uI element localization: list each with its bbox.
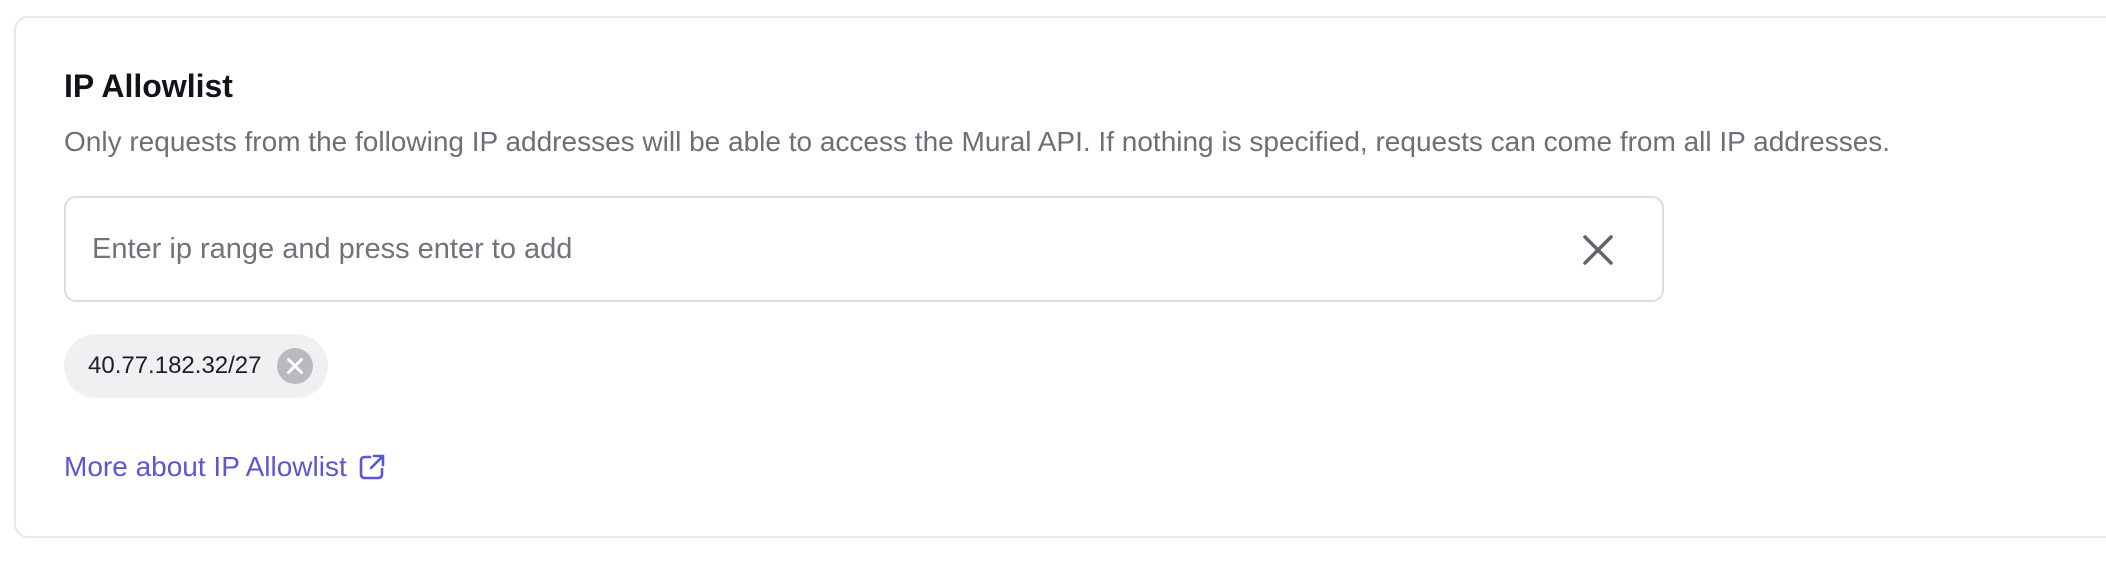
more-about-ip-allowlist-link[interactable]: More about IP Allowlist	[64, 448, 387, 486]
ip-range-input[interactable]	[92, 222, 1532, 276]
remove-circle-icon[interactable]	[276, 347, 314, 385]
ip-chip-label: 40.77.182.32/27	[88, 352, 262, 379]
close-icon[interactable]	[1580, 232, 1616, 268]
external-link-icon	[359, 454, 385, 480]
more-link-label: More about IP Allowlist	[64, 451, 347, 482]
ip-range-input-container	[64, 196, 1664, 302]
section-title: IP Allowlist	[64, 68, 233, 104]
ip-chip: 40.77.182.32/27	[64, 334, 328, 398]
section-description: Only requests from the following IP addr…	[64, 126, 1891, 157]
